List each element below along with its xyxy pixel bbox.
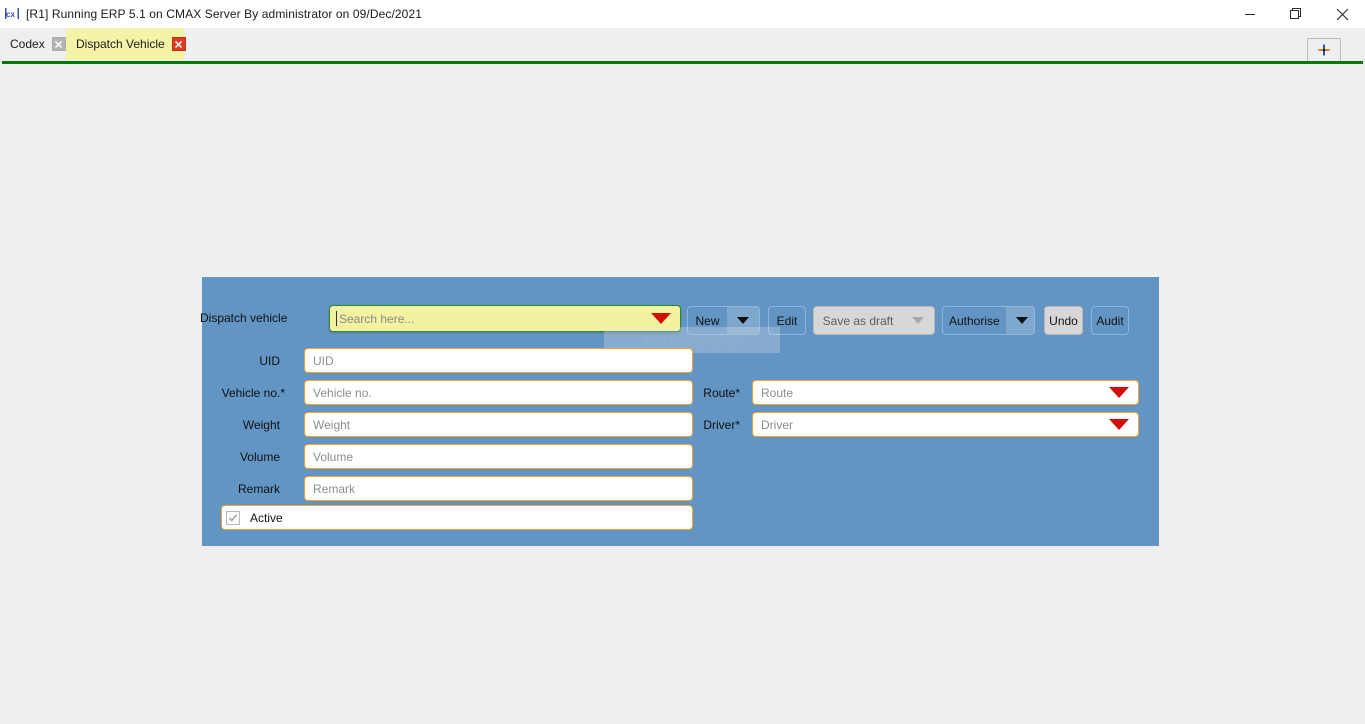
chevron-down-icon[interactable]	[1109, 387, 1129, 398]
remark-input[interactable]: Remark	[304, 476, 693, 501]
weight-input[interactable]: Weight	[304, 412, 693, 437]
svg-text:cx: cx	[6, 10, 15, 19]
minimize-icon	[1244, 8, 1256, 20]
authorise-dropdown-toggle[interactable]	[1006, 307, 1035, 334]
active-checkbox[interactable]	[226, 511, 240, 525]
window-controls	[1227, 0, 1365, 28]
active-checkbox-row[interactable]: Active	[221, 505, 693, 530]
vehicle-no-input-placeholder: Vehicle no.	[313, 386, 692, 400]
driver-select[interactable]: Driver	[752, 412, 1139, 437]
tab-dispatch-vehicle-label: Dispatch Vehicle	[76, 37, 165, 51]
checkmark-icon	[228, 513, 238, 523]
title-bar: cx [R1] Running ERP 5.1 on CMAX Server B…	[0, 0, 1365, 28]
authorise-button[interactable]: Authorise	[942, 306, 1035, 335]
chevron-down-icon	[1016, 317, 1028, 324]
chevron-down-icon	[737, 317, 749, 324]
audit-button-label: Audit	[1096, 314, 1123, 328]
volume-label: Volume	[180, 450, 280, 464]
chevron-down-icon[interactable]	[1109, 419, 1129, 430]
dispatch-vehicle-search-placeholder: Search here...	[337, 312, 651, 326]
active-checkbox-label: Active	[250, 511, 283, 525]
tab-codex-close-icon[interactable]	[52, 37, 66, 51]
uid-input-placeholder: UID	[313, 354, 692, 368]
vehicle-no-label: Vehicle no.*	[180, 386, 285, 400]
authorise-button-label: Authorise	[943, 314, 1006, 328]
save-as-draft-button[interactable]: Save as draft	[813, 306, 935, 335]
save-as-draft-dropdown-toggle[interactable]	[902, 307, 934, 334]
dispatch-vehicle-lookup-label: Dispatch vehicle	[200, 311, 278, 325]
edit-button-label: Edit	[777, 314, 798, 328]
chevron-down-icon[interactable]	[651, 313, 671, 324]
tab-codex[interactable]: Codex	[0, 28, 66, 60]
restore-icon	[1289, 7, 1303, 21]
tab-dispatch-vehicle[interactable]: Dispatch Vehicle	[66, 28, 184, 60]
maximize-button[interactable]	[1273, 0, 1319, 28]
remark-input-placeholder: Remark	[313, 482, 692, 496]
close-button[interactable]	[1319, 0, 1365, 28]
chevron-down-icon	[912, 317, 924, 324]
undo-button-label: Undo	[1049, 314, 1078, 328]
route-select-placeholder: Route	[761, 386, 1109, 400]
tab-codex-label: Codex	[10, 37, 45, 51]
window-title: [R1] Running ERP 5.1 on CMAX Server By a…	[26, 7, 422, 21]
weight-input-placeholder: Weight	[313, 418, 692, 432]
new-tab-button[interactable]	[1307, 38, 1341, 62]
tab-strip: Codex Dispatch Vehicle	[0, 28, 1365, 62]
save-as-draft-button-label: Save as draft	[814, 314, 902, 328]
driver-label: Driver*	[640, 418, 740, 432]
route-select[interactable]: Route	[752, 380, 1139, 405]
remark-label: Remark	[180, 482, 280, 496]
uid-input[interactable]: UID	[304, 348, 693, 373]
cx-logo-icon: cx	[4, 6, 20, 22]
plus-icon	[1318, 44, 1330, 56]
close-icon	[1336, 8, 1349, 21]
minimize-button[interactable]	[1227, 0, 1273, 28]
weight-label: Weight	[180, 418, 280, 432]
audit-button[interactable]: Audit	[1091, 306, 1129, 335]
uid-label: UID	[180, 354, 280, 368]
volume-input-placeholder: Volume	[313, 450, 692, 464]
vehicle-no-input[interactable]: Vehicle no.	[304, 380, 693, 405]
new-button-label: New	[688, 314, 727, 328]
driver-select-placeholder: Driver	[761, 418, 1109, 432]
undo-button[interactable]: Undo	[1044, 306, 1083, 335]
tab-dispatch-vehicle-close-icon[interactable]	[172, 37, 186, 51]
volume-input[interactable]: Volume	[304, 444, 693, 469]
route-label: Route*	[640, 386, 740, 400]
